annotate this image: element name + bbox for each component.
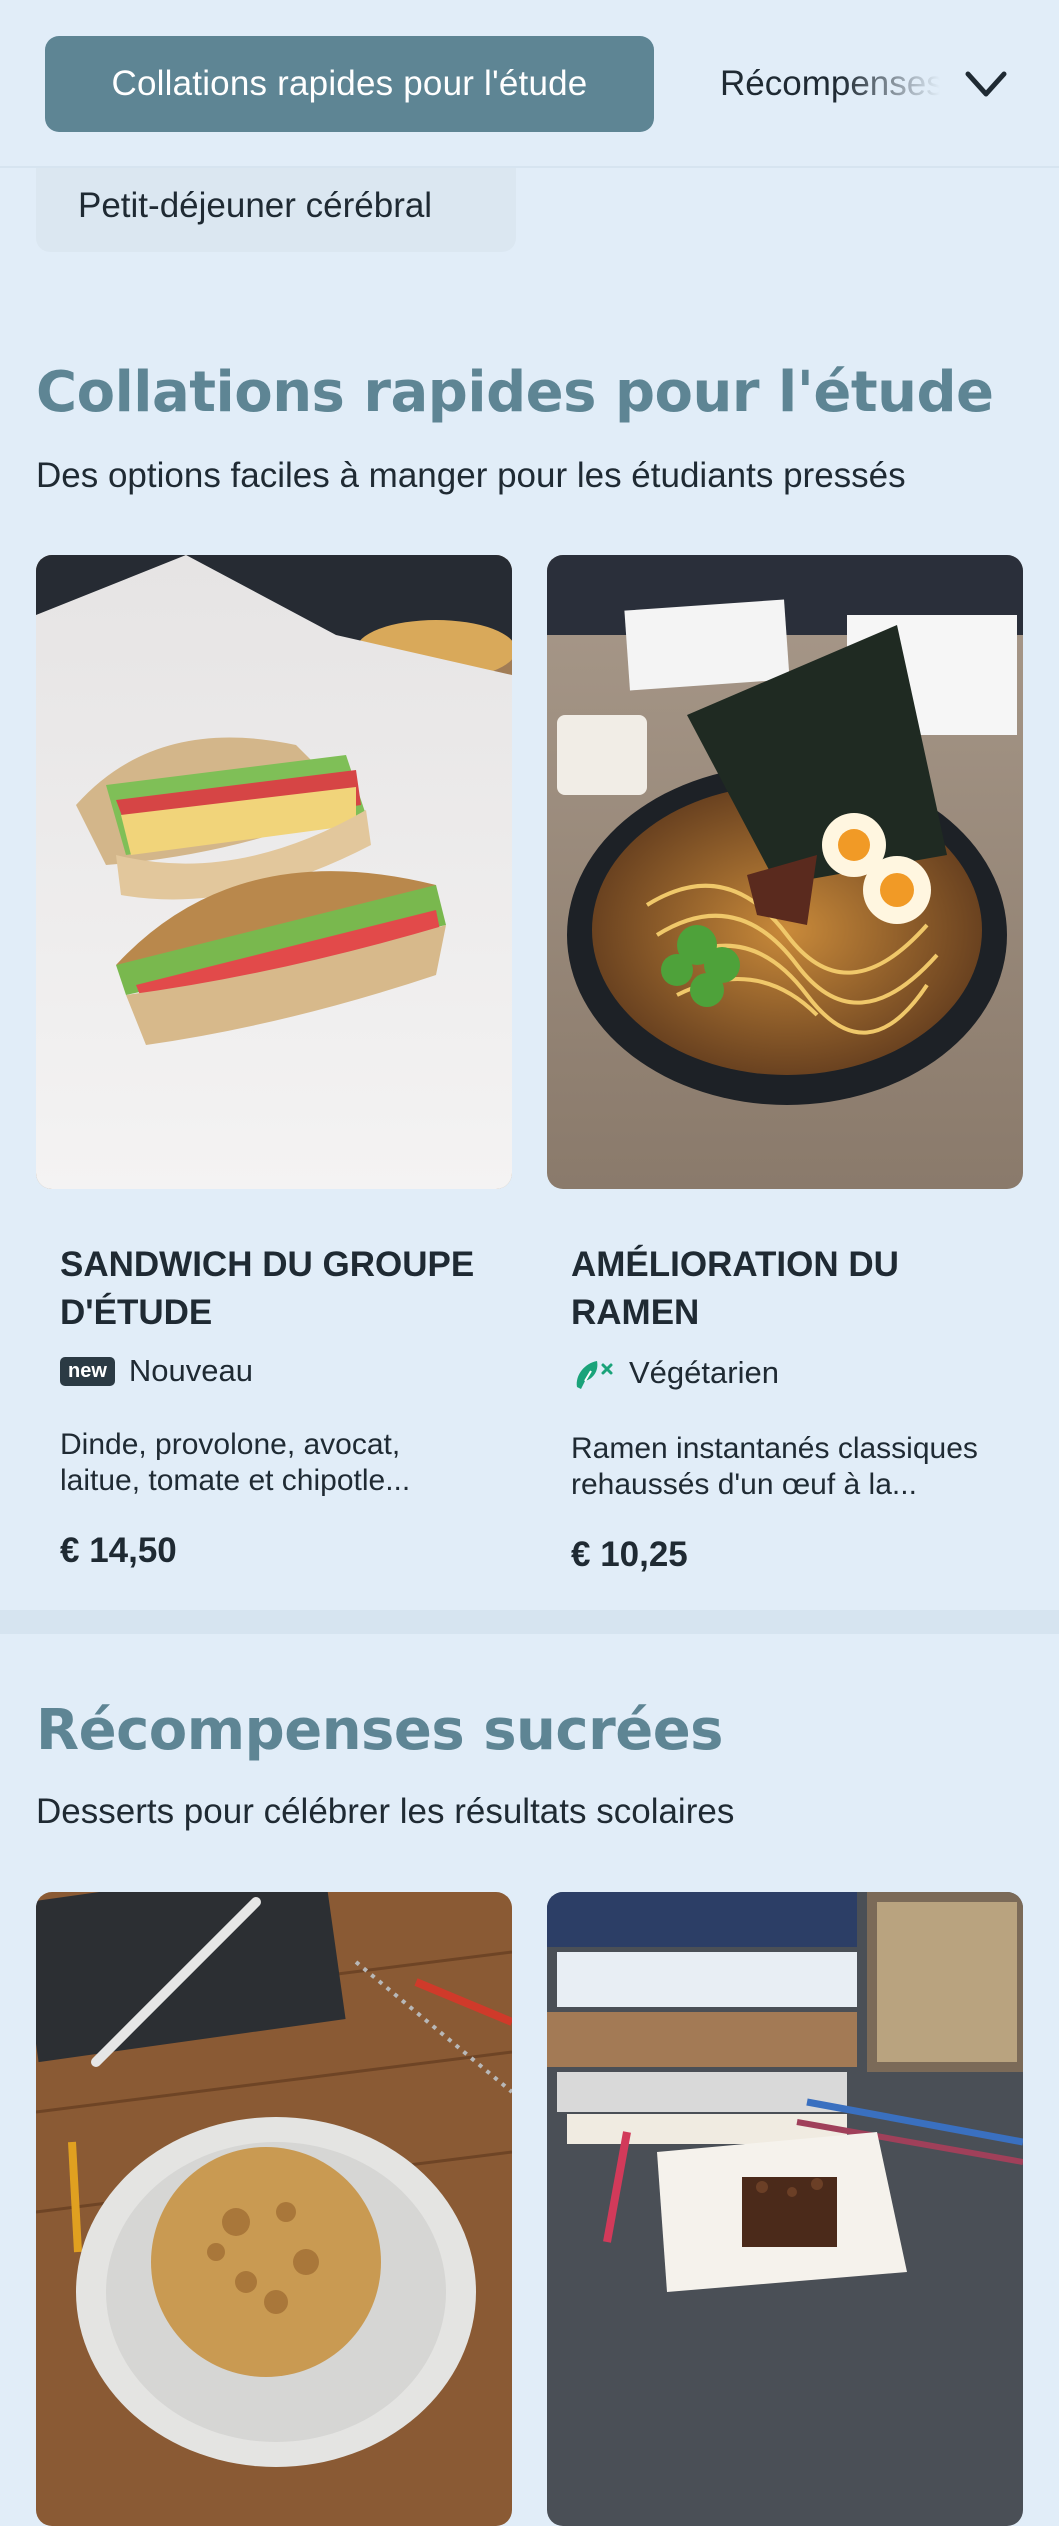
section-title: Collations rapides pour l'étude [36,360,994,425]
item-description: Dinde, provolone, avocat, laitue, tomate… [60,1428,411,1497]
cookie-image [36,1892,512,2526]
item-name: Amélioration du ramen [571,1245,899,1332]
item-price: € 10,25 [571,1535,688,1574]
menu-item-card[interactable]: Sandwich du groupe d'étude new Nouveau D… [36,555,512,1571]
section-title: Récompenses sucrées [36,1698,724,1763]
menu-item-card[interactable] [36,1892,512,2526]
section-subtitle: Des options faciles à manger pour les ét… [36,456,906,495]
section-divider [0,1610,1059,1634]
category-nav: Collations rapides pour l'étude Récompen… [0,0,1059,168]
section-subtitle: Desserts pour célébrer les résultats sco… [36,1792,735,1831]
menu-item-card[interactable]: Amélioration du ramen Végétarien Ramen i… [547,555,1023,1575]
item-tag: new Nouveau [60,1353,488,1389]
ramen-image [547,555,1023,1189]
item-price: € 14,50 [60,1531,177,1570]
item-tag: Végétarien [571,1353,999,1393]
new-badge: new [60,1356,115,1386]
category-tab-brain-breakfast[interactable]: Petit-déjeuner cérébral [36,160,516,252]
item-description: Ramen instantanés classiques rehaussés d… [571,1432,978,1501]
sandwich-image [36,555,512,1189]
item-name: Sandwich du groupe d'étude [60,1245,475,1332]
brownie-image [547,1892,1023,2526]
category-tab-quick-snacks[interactable]: Collations rapides pour l'étude [45,36,654,132]
tag-label: Nouveau [128,1353,253,1388]
menu-item-card[interactable] [547,1892,1023,2526]
vegetarian-icon [576,1361,613,1389]
chevron-down-icon[interactable] [962,60,1010,108]
tag-label: Végétarien [629,1355,779,1390]
category-tab-sweet-rewards[interactable]: Récompenses sucrées [720,36,940,132]
